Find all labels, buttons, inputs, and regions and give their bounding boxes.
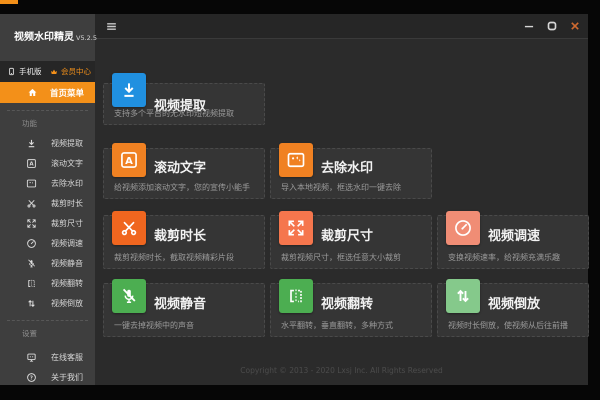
card-trim-duration[interactable]: 裁剪时长 裁剪视频时长，截取视频精彩片段 [103, 215, 265, 269]
card-video-mute[interactable]: 视频静音 一键去掉视频中的声音 [103, 283, 265, 337]
vip-center-link[interactable]: 会员中心 [50, 66, 91, 77]
card-remove-watermark[interactable]: 去除水印 导入本地视频，框选水印一键去除 [270, 148, 432, 199]
reverse-icon [26, 298, 37, 309]
expand-icon [279, 211, 313, 245]
mic-mute-icon [112, 279, 146, 313]
section-label-function: 功能 [7, 110, 88, 129]
sidebar-item-speed[interactable]: 视频调速 [0, 233, 95, 253]
sidebar-item-trim-duration[interactable]: 裁剪时长 [0, 193, 95, 213]
minimize-icon[interactable] [522, 19, 536, 33]
card-title: 视频翻转 [321, 293, 373, 312]
card-subtitle: 支持多个平台的无水印短视频提取 [114, 108, 234, 119]
card-subtitle: 一键去掉视频中的声音 [114, 320, 194, 331]
svg-text:A: A [29, 161, 34, 167]
app-title: 视频水印精灵V5.2.5 [0, 14, 95, 43]
sidebar-item-home[interactable]: 首页菜单 [0, 82, 95, 103]
card-subtitle: 视频时长倒放，使视频从后往前播 [448, 320, 568, 331]
copyright-text: Copyright © 2013 - 2020 Lxsj Inc. All Ri… [95, 366, 588, 375]
account-row: 手机版 会员中心 [0, 61, 95, 82]
card-video-reverse[interactable]: 视频倒放 视频时长倒放，使视频从后往前播 [437, 283, 589, 337]
download-icon [26, 138, 37, 149]
sidebar-item-flip[interactable]: 视频翻转 [0, 273, 95, 293]
card-video-extract[interactable]: 视频提取 支持多个平台的无水印短视频提取 [103, 83, 265, 125]
card-video-speed[interactable]: 视频调速 变换视频速率，给视频充满乐趣 [437, 215, 589, 269]
card-video-flip[interactable]: 视频翻转 水平翻转，垂直翻转，多种方式 [270, 283, 432, 337]
mic-mute-icon [26, 258, 37, 269]
sidebar-item-remove-watermark[interactable]: 去除水印 [0, 173, 95, 193]
phone-icon [7, 67, 16, 76]
sidebar: 视频水印精灵V5.2.5 手机版 会员中心 首页菜单 功能 [0, 14, 95, 385]
sidebar-item-reverse[interactable]: 视频倒放 [0, 293, 95, 313]
remove-watermark-icon [279, 143, 313, 177]
sidebar-item-about[interactable]: ? 关于我们 [0, 367, 95, 387]
card-subtitle: 给视频添加滚动文字，您的宣传小能手 [114, 182, 250, 193]
card-subtitle: 裁剪视频时长，截取视频精彩片段 [114, 252, 234, 263]
card-title: 视频倒放 [488, 293, 540, 312]
speedometer-icon [446, 211, 480, 245]
question-circle-icon: ? [26, 372, 37, 383]
flip-icon [279, 279, 313, 313]
screen: 视频水印精灵V5.2.5 手机版 会员中心 首页菜单 功能 [0, 0, 600, 400]
crown-icon [50, 68, 58, 76]
sidebar-item-scroll-text[interactable]: A 滚动文字 [0, 153, 95, 173]
speedometer-icon [26, 238, 37, 249]
scissors-icon [26, 198, 37, 209]
window-controls [522, 14, 582, 38]
card-subtitle: 裁剪视频尺寸，框选任意大小裁剪 [281, 252, 401, 263]
close-icon[interactable] [568, 19, 582, 33]
text-a-icon: A [26, 158, 37, 169]
card-scroll-text[interactable]: A 滚动文字 给视频添加滚动文字，您的宣传小能手 [103, 148, 265, 199]
mobile-version-link[interactable]: 手机版 [7, 66, 42, 77]
sidebar-item-crop-size[interactable]: 裁剪尺寸 [0, 213, 95, 233]
scissors-icon [112, 211, 146, 245]
card-crop-size[interactable]: 裁剪尺寸 裁剪视频尺寸，框选任意大小裁剪 [270, 215, 432, 269]
expand-icon [26, 218, 37, 229]
sidebar-item-mute[interactable]: 视频静音 [0, 253, 95, 273]
sidebar-item-extract[interactable]: 视频提取 [0, 133, 95, 153]
card-subtitle: 变换视频速率，给视频充满乐趣 [448, 252, 560, 263]
card-title: 视频静音 [154, 293, 206, 312]
hamburger-menu-icon[interactable] [105, 20, 118, 33]
card-title: 裁剪时长 [154, 225, 206, 244]
card-subtitle: 水平翻转，垂直翻转，多种方式 [281, 320, 393, 331]
sidebar-item-online-service[interactable]: 在线客服 [0, 347, 95, 367]
remove-watermark-icon [26, 178, 37, 189]
app-window: 视频水印精灵V5.2.5 手机版 会员中心 首页菜单 功能 [0, 14, 588, 385]
card-title: 裁剪尺寸 [321, 225, 373, 244]
home-icon [27, 87, 38, 98]
online-service-icon [26, 352, 37, 363]
download-icon [112, 73, 146, 107]
reverse-icon [446, 279, 480, 313]
maximize-icon[interactable] [545, 19, 559, 33]
text-a-icon: A [112, 143, 146, 177]
card-subtitle: 导入本地视频，框选水印一键去除 [281, 182, 401, 193]
svg-text:?: ? [30, 375, 33, 381]
titlebar [95, 14, 588, 39]
window-accent-strip [0, 0, 18, 4]
card-title: 视频调速 [488, 225, 540, 244]
card-title: 滚动文字 [154, 157, 206, 176]
app-version: V5.2.5 [76, 34, 97, 42]
svg-text:A: A [125, 156, 133, 167]
flip-icon [26, 278, 37, 289]
card-title: 去除水印 [321, 157, 373, 176]
section-label-settings: 设置 [7, 320, 88, 339]
